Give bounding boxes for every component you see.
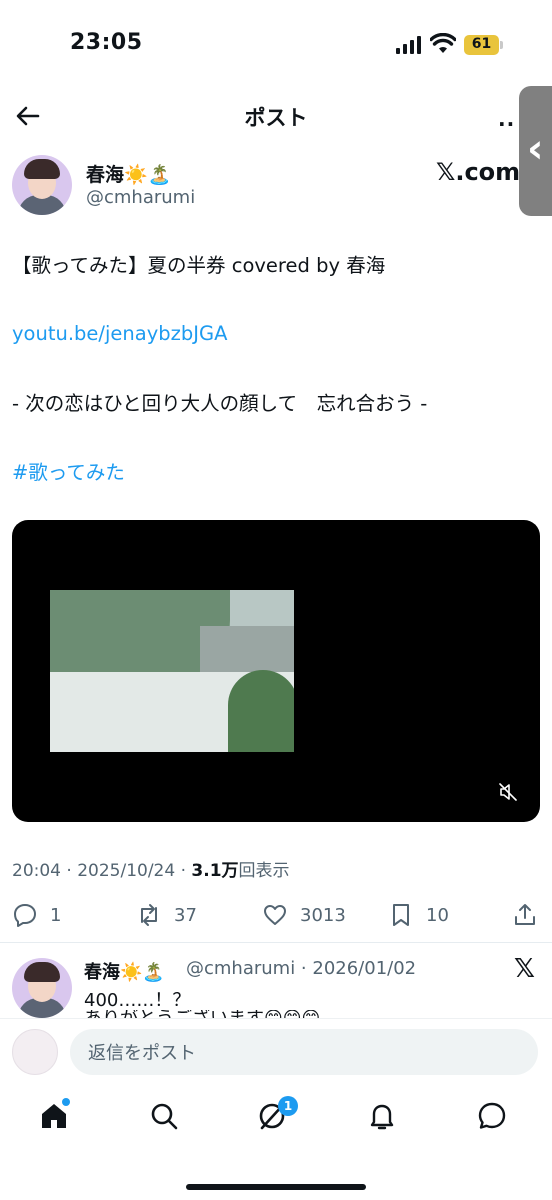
- reply-author-avatar[interactable]: [12, 958, 72, 1018]
- reply-composer: 返信をポスト: [0, 1018, 552, 1088]
- timestamp-date: 20:04 · 2025/10/24 ·: [12, 861, 192, 881]
- heart-icon: [264, 905, 286, 925]
- reply-author-name[interactable]: 春海☀️🏝️: [84, 958, 165, 984]
- mute-icon[interactable]: [498, 782, 518, 802]
- page-title: ポスト: [244, 106, 308, 130]
- top-header: ポスト ··: [0, 90, 552, 144]
- reply-text-cut: ありがとうございます😊😊😊: [84, 1010, 320, 1018]
- author-name[interactable]: 春海☀️🏝️: [86, 160, 171, 187]
- views-count: 3.1万: [191, 861, 239, 881]
- post-link[interactable]: youtu.be/jenaybzbJGA: [12, 320, 227, 348]
- nav-grok[interactable]: 1: [256, 1096, 298, 1140]
- chevron-left-icon: ‹: [527, 126, 544, 172]
- search-icon: [151, 1103, 178, 1130]
- reply-icon: [14, 904, 36, 927]
- reply-input[interactable]: 返信をポスト: [70, 1029, 538, 1075]
- status-time: 23:05: [70, 30, 143, 55]
- reply-button[interactable]: 1: [12, 901, 61, 929]
- author-avatar[interactable]: [12, 155, 72, 215]
- more-dots-icon[interactable]: ··: [498, 112, 515, 136]
- repost-icon: [141, 904, 157, 926]
- wifi-icon: [430, 33, 456, 53]
- author-handle[interactable]: @cmharumi: [86, 187, 195, 208]
- video-thumbnail: [50, 590, 294, 752]
- nav-messages[interactable]: [476, 1100, 516, 1140]
- video-player[interactable]: [12, 520, 540, 822]
- repost-count: 37: [174, 904, 197, 926]
- reply-meta: @cmharumi · 2026/01/02: [186, 958, 417, 979]
- status-bar: 23:05 61: [0, 0, 552, 90]
- battery-icon: 61: [464, 35, 504, 55]
- post-text-lyric: - 次の恋はひと回り大人の顔して 忘れ合おう -: [12, 392, 428, 415]
- messages-icon: [478, 1102, 506, 1129]
- home-notification-dot: [62, 1098, 70, 1106]
- action-bar: 1 37 3013 10: [0, 893, 552, 937]
- bookmark-button[interactable]: 10: [388, 901, 449, 929]
- nav-notifications[interactable]: [366, 1100, 406, 1140]
- side-panel-handle[interactable]: ‹: [519, 86, 552, 216]
- battery-level: 61: [471, 36, 492, 52]
- x-logo-icon: 𝕏: [514, 954, 535, 984]
- home-indicator: [186, 1184, 366, 1190]
- reply-count: 1: [50, 904, 62, 926]
- reply-text: 400……！？: [84, 990, 191, 1011]
- like-button[interactable]: 3013: [262, 901, 346, 929]
- post-timestamp: 20:04 · 2025/10/24 · 3.1万回表示: [12, 856, 290, 881]
- repost-button[interactable]: 37: [136, 901, 197, 929]
- bell-icon: [370, 1104, 394, 1130]
- nav-search[interactable]: [148, 1100, 188, 1140]
- bottom-nav: 1: [0, 1090, 552, 1160]
- divider: [0, 942, 552, 943]
- xcom-watermark: 𝕏.com: [436, 158, 521, 186]
- nav-home[interactable]: [38, 1098, 78, 1140]
- post-text-title: 【歌ってみた】夏の半券 covered by 春海: [12, 254, 386, 277]
- share-icon: [515, 904, 535, 925]
- views-label: 回表示: [238, 861, 290, 881]
- like-count: 3013: [300, 904, 346, 926]
- share-button[interactable]: [512, 901, 538, 929]
- post-hashtag[interactable]: #歌ってみた: [12, 459, 125, 487]
- grok-badge: 1: [278, 1096, 298, 1116]
- user-avatar[interactable]: [12, 1029, 58, 1075]
- signal-icon: [396, 36, 422, 54]
- bookmark-count: 10: [426, 904, 449, 926]
- bookmark-icon: [393, 904, 409, 926]
